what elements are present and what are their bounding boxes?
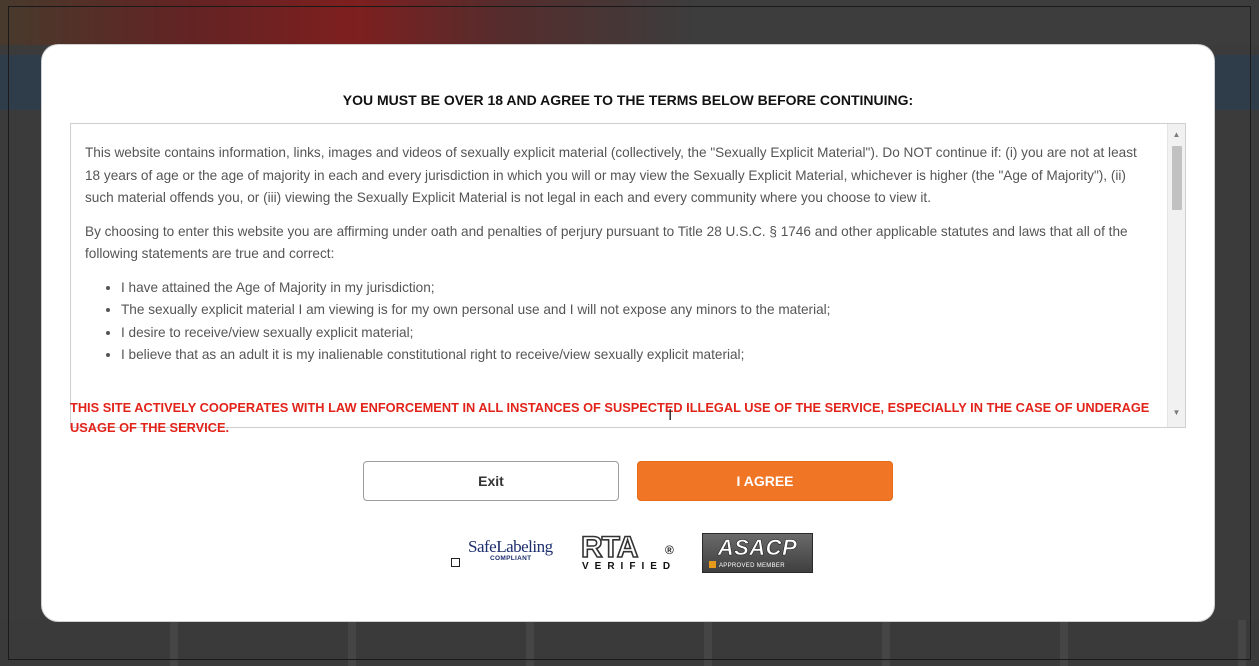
- asacp-logo-text: ASACP: [717, 535, 798, 561]
- agree-button[interactable]: I AGREE: [637, 461, 893, 501]
- law-enforcement-warning: THIS SITE ACTIVELY COOPERATES WITH LAW E…: [70, 400, 1150, 435]
- terms-statement: The sexually explicit material I am view…: [121, 299, 1153, 322]
- compliance-badges: SafeLabeling COMPLIANT RTA ® VERIFIED AS…: [42, 531, 1214, 578]
- terms-statement: I have attained the Age of Majority in m…: [121, 277, 1153, 300]
- checkbox-icon: [451, 558, 460, 567]
- background-header: [0, 0, 1259, 45]
- modal-title: YOU MUST BE OVER 18 AND AGREE TO THE TER…: [342, 92, 914, 108]
- terms-content: This website contains information, links…: [71, 124, 1167, 427]
- rta-badge[interactable]: RTA ® VERIFIED: [580, 531, 683, 575]
- registered-mark: ®: [665, 543, 674, 557]
- terms-statement: I desire to receive/view sexually explic…: [121, 322, 1153, 345]
- scrollbar-thumb[interactable]: [1172, 146, 1182, 210]
- asacp-subtext-label: APPROVED MEMBER: [719, 563, 785, 569]
- safelabeling-logo-subtext: COMPLIANT: [490, 555, 532, 562]
- asacp-badge[interactable]: ASACP APPROVED MEMBER: [702, 533, 813, 573]
- terms-statement: I believe that as an adult it is my inal…: [121, 344, 1153, 367]
- rta-logo-text: RTA: [580, 531, 639, 564]
- terms-paragraph-2: By choosing to enter this website you ar…: [85, 223, 1128, 262]
- exit-button[interactable]: Exit: [363, 461, 619, 501]
- rta-logo-subtext: VERIFIED: [582, 561, 677, 572]
- safelabeling-logo-text: SafeLabeling: [468, 537, 553, 556]
- asacp-logo-subtext: APPROVED MEMBER: [709, 561, 785, 569]
- terms-scrollbar[interactable]: ▲ ▼: [1167, 124, 1185, 427]
- safelabeling-badge[interactable]: SafeLabeling COMPLIANT: [451, 537, 556, 571]
- terms-statement-list: I have attained the Age of Majority in m…: [85, 277, 1153, 367]
- approved-check-icon: [709, 561, 716, 568]
- age-verification-modal: YOU MUST BE OVER 18 AND AGREE TO THE TER…: [42, 45, 1214, 621]
- terms-box[interactable]: This website contains information, links…: [70, 123, 1186, 428]
- scroll-up-arrow-icon[interactable]: ▲: [1168, 126, 1185, 143]
- terms-paragraph-1: This website contains information, links…: [85, 145, 1137, 205]
- text-cursor-icon: I: [668, 407, 673, 424]
- background-content: [0, 620, 1259, 666]
